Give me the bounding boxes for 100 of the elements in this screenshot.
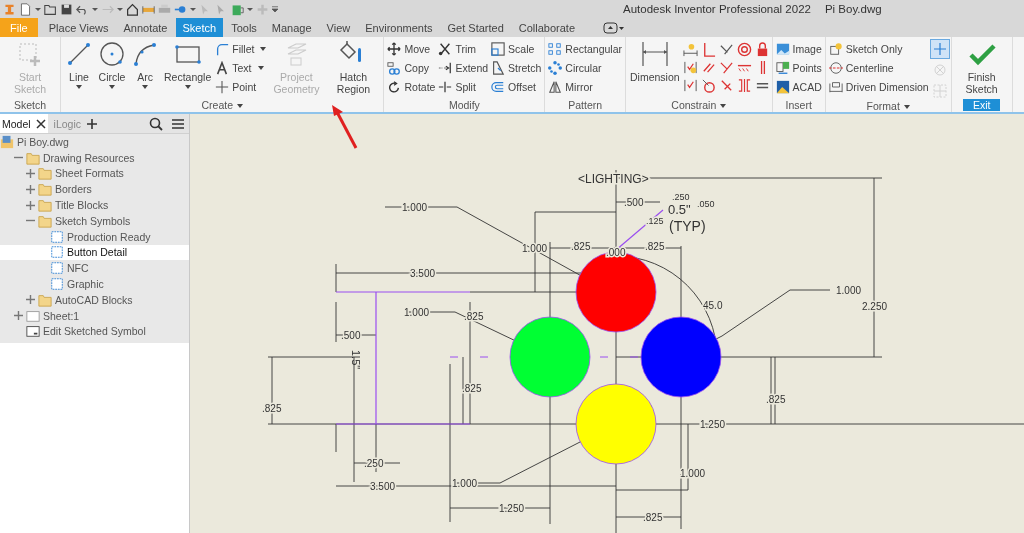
ribbon-tab[interactable]: View xyxy=(319,18,358,37)
tree-item[interactable]: Graphic xyxy=(0,276,189,292)
ribbon-button[interactable]: Finish Sketch xyxy=(953,40,1010,95)
ribbon-button[interactable]: Scale xyxy=(490,40,543,58)
tree-item[interactable]: Production Ready xyxy=(0,228,189,245)
coincident-icon[interactable] xyxy=(718,60,734,75)
ribbon-button[interactable]: Centerline xyxy=(827,59,930,77)
tree-item[interactable]: Sketch Symbols xyxy=(0,213,189,229)
rotate-icon xyxy=(387,80,402,94)
dimension-label: .500 xyxy=(624,197,644,208)
ribbon-button[interactable]: Point xyxy=(214,78,268,96)
ribbon-button[interactable]: Rectangular xyxy=(547,40,623,58)
ribbon-button[interactable]: Image xyxy=(774,40,823,58)
ribbon-tab[interactable]: Get Started xyxy=(440,18,511,37)
ribbon-button[interactable]: Driven Dimension xyxy=(827,78,930,96)
caret-icon[interactable] xyxy=(92,6,98,12)
panel-label: Exit xyxy=(962,98,1001,111)
expander-icon[interactable] xyxy=(26,295,35,305)
constraint-check-icon[interactable] xyxy=(682,78,698,93)
dimension-label: 1.000 xyxy=(404,307,430,318)
caret-icon[interactable] xyxy=(190,6,196,12)
expander-icon[interactable] xyxy=(26,184,35,194)
ribbon-button[interactable]: Split xyxy=(437,78,490,96)
ribbon-button[interactable]: Rectangle xyxy=(162,40,214,89)
symmetric-icon[interactable] xyxy=(736,78,752,93)
ribbon-button[interactable]: Circle xyxy=(96,40,128,89)
ribbon-button[interactable]: Fillet xyxy=(214,40,268,58)
caret-icon xyxy=(184,85,191,89)
caret-icon xyxy=(257,66,264,70)
tree-item[interactable]: Title Blocks xyxy=(0,197,189,213)
panel-label[interactable]: Constrain xyxy=(671,98,717,111)
ribbon-button[interactable]: Move xyxy=(386,40,437,58)
tree-item[interactable]: Drawing Resources xyxy=(0,149,189,166)
new-document-icon[interactable] xyxy=(19,2,32,16)
browser-tab[interactable]: Model xyxy=(0,114,48,133)
expander-icon[interactable] xyxy=(14,311,23,321)
expander-icon[interactable] xyxy=(26,200,35,210)
ribbon-tab[interactable]: Place Views xyxy=(41,18,116,37)
customize-caret-icon[interactable] xyxy=(272,6,278,12)
material-icon[interactable] xyxy=(231,2,244,16)
ribbon-button[interactable]: Extend xyxy=(437,59,490,77)
ribbon-button[interactable]: Offset xyxy=(490,78,543,96)
tree-item[interactable]: AutoCAD Blocks xyxy=(0,291,189,308)
caret-icon[interactable] xyxy=(720,103,727,108)
tangent-icon[interactable] xyxy=(718,42,734,57)
menu-icon[interactable] xyxy=(171,116,185,131)
concentric-icon[interactable] xyxy=(736,42,752,57)
caret-icon[interactable] xyxy=(35,6,41,12)
ribbon-button[interactable]: Stretch xyxy=(490,59,543,77)
tree-item[interactable]: Sheet Formats xyxy=(0,165,189,182)
ribbon-button[interactable]: Trim xyxy=(437,40,490,58)
ribbon-tab[interactable]: Environments xyxy=(358,18,440,37)
save-icon[interactable] xyxy=(60,2,73,16)
tree-item[interactable]: Button Detail xyxy=(0,244,189,261)
constraint-check-icon[interactable] xyxy=(682,60,698,75)
ribbon-button[interactable]: ACAD xyxy=(774,78,823,96)
ribbon-button[interactable]: Copy xyxy=(386,59,437,77)
caret-icon[interactable] xyxy=(237,103,243,108)
ribbon-button[interactable]: Arc xyxy=(129,40,161,89)
scissors-icon xyxy=(438,42,453,56)
ribbon-button[interactable]: Text xyxy=(214,59,268,77)
tree-item[interactable]: Sheet:1 xyxy=(0,307,189,324)
ribbon-tab[interactable]: Annotate xyxy=(116,18,175,37)
tree-item[interactable]: NFC xyxy=(0,260,189,277)
ribbon-button[interactable]: Circular xyxy=(547,59,623,77)
ribbon-tab[interactable]: Manage xyxy=(264,18,319,37)
tree-item[interactable]: Edit Sketched Symbol xyxy=(0,323,189,340)
smooth-icon[interactable] xyxy=(700,78,716,93)
four-arrows-icon xyxy=(387,42,402,56)
ribbon-tab[interactable]: Sketch xyxy=(175,18,224,37)
ribbon-button[interactable]: Line xyxy=(63,40,95,89)
panel-label[interactable]: Create xyxy=(201,98,233,111)
tree-item[interactable]: Pi Boy.dwg xyxy=(0,134,189,150)
expander-icon[interactable] xyxy=(26,169,35,178)
dimension-label: 3.500 xyxy=(370,481,396,492)
caret-icon[interactable] xyxy=(247,6,253,12)
ribbon-button[interactable]: Sketch Only xyxy=(827,40,930,58)
tree-item[interactable]: Borders xyxy=(0,181,189,198)
home-icon[interactable] xyxy=(126,2,139,16)
ribbon-button[interactable]: Dimension xyxy=(628,40,682,83)
caret-icon[interactable] xyxy=(903,105,910,109)
panel-label[interactable]: Format xyxy=(866,100,900,112)
blueprint-icon xyxy=(775,80,790,94)
ribbon-button[interactable]: Mirror xyxy=(547,78,623,96)
dimension-label: 1.000 xyxy=(836,285,862,296)
search-icon[interactable] xyxy=(149,116,163,131)
ribbon-tab[interactable]: Tools xyxy=(224,18,264,37)
panel-toggle-icon[interactable] xyxy=(603,21,626,34)
auto-dimension-icon[interactable] xyxy=(682,42,698,57)
open-folder-icon[interactable] xyxy=(44,2,57,16)
ribbon-button[interactable]: Hatch Region xyxy=(325,40,382,95)
sketch-only-icon xyxy=(828,42,843,56)
ribbon-button[interactable]: Points xyxy=(774,59,823,77)
drawing-file-icon xyxy=(0,134,14,149)
ribbon-tab[interactable]: Collaborate xyxy=(511,18,583,37)
caret-icon[interactable] xyxy=(117,6,123,12)
plus-icon[interactable] xyxy=(87,118,98,129)
ribbon-button[interactable]: Rotate xyxy=(386,78,437,96)
symbol-icon xyxy=(50,261,64,276)
close-icon[interactable] xyxy=(35,118,46,129)
